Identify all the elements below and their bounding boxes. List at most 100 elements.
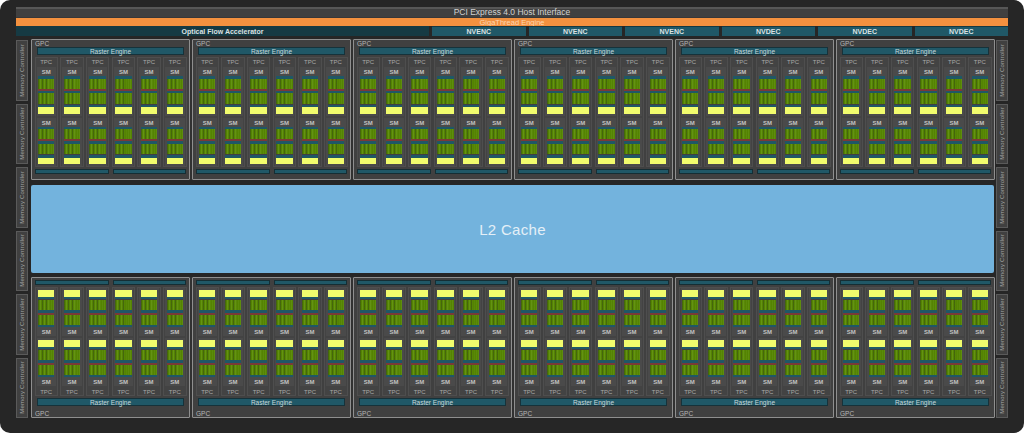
core-grid [624, 93, 640, 103]
sm-functional-units [114, 127, 133, 167]
sm-functional-units [139, 338, 158, 377]
core-grid [64, 350, 80, 360]
tpc-6: TPCSMSM [646, 57, 669, 167]
core-grid [811, 93, 827, 103]
sm-2: SM [758, 288, 777, 336]
tpc-label: TPC [326, 388, 345, 395]
gpc-label: GPC [515, 408, 672, 417]
sm-2: SM [867, 288, 886, 336]
sm-label: SM [648, 67, 667, 76]
l1-cache-bar [360, 107, 376, 114]
sm-label: SM [783, 327, 802, 336]
tpc-3: TPCSMSM [86, 287, 109, 396]
tpc-label: TPC [893, 58, 912, 65]
core-grid [521, 144, 537, 154]
sm-label: SM [165, 67, 184, 76]
sm-label: SM [487, 67, 506, 76]
core-grid [547, 300, 563, 310]
sm-2: SM [62, 118, 81, 167]
sm-functional-units [944, 127, 963, 167]
core-grid [463, 93, 479, 103]
sm-2: SM [520, 288, 539, 336]
sm-label: SM [165, 118, 184, 127]
sm-1: SM [275, 67, 294, 116]
sm-2: SM [809, 288, 828, 336]
sm-functional-units [300, 127, 319, 167]
memory-controller-label: Memory Controller [999, 107, 1005, 160]
tpc-label: TPC [867, 388, 886, 395]
tpc-label: TPC [893, 388, 912, 395]
interconnect-bars [196, 280, 347, 285]
sm-functional-units [410, 338, 429, 377]
sm-functional-units [223, 127, 242, 167]
l1-cache-bar [894, 107, 910, 114]
sm-2: SM [384, 118, 403, 167]
raster-engine-bar: Raster Engine [198, 47, 345, 55]
core-grid [972, 79, 988, 89]
sm-2: SM [571, 288, 590, 336]
sm-functional-units [893, 288, 912, 327]
core-grid [624, 350, 640, 360]
sm-2: SM [37, 118, 56, 167]
sm-label: SM [359, 118, 378, 127]
core-grid [547, 365, 563, 375]
core-grid [785, 350, 801, 360]
core-grid [328, 79, 344, 89]
core-grid [89, 129, 105, 139]
sm-functional-units [622, 338, 641, 377]
core-grid [972, 93, 988, 103]
gpc-label: GPC [837, 40, 994, 45]
sm-1: SM [571, 338, 590, 386]
sm-functional-units [436, 338, 455, 377]
l1-cache-bar [521, 107, 537, 114]
core-grid [250, 79, 266, 89]
sm-label: SM [842, 327, 861, 336]
sm-2: SM [461, 118, 480, 167]
sm-1: SM [842, 67, 861, 116]
tpc-label: TPC [758, 58, 777, 65]
tpc-2: TPCSMSM [382, 57, 405, 167]
gpc-top-1: GPCRaster EngineTPCSMSMTPCSMSMTPCSMSMTPC… [31, 39, 190, 180]
l1-cache-bar [225, 107, 241, 114]
core-grid [547, 93, 563, 103]
tpc-label: TPC [461, 58, 480, 65]
sm-label: SM [681, 327, 700, 336]
tpc-label: TPC [300, 58, 319, 65]
l1-cache-bar [89, 107, 105, 114]
core-grid [598, 300, 614, 310]
core-grid [411, 350, 427, 360]
tpc-3: TPCSMSM [569, 57, 592, 167]
core-grid [759, 144, 775, 154]
sm-2: SM [706, 288, 725, 336]
sm-2: SM [410, 288, 429, 336]
sm-functional-units [198, 338, 217, 377]
tpc-2: TPCSMSM [865, 57, 888, 167]
tpc-label: TPC [223, 388, 242, 395]
core-grid [276, 93, 292, 103]
core-grid [946, 144, 962, 154]
sm-label: SM [944, 118, 963, 127]
l1-cache-bar [682, 158, 698, 165]
gpc-label: GPC [354, 40, 511, 45]
core-grid [811, 144, 827, 154]
sm-functional-units [326, 288, 345, 327]
tpc-1: TPCSMSM [679, 287, 702, 396]
core-grid [437, 144, 453, 154]
sm-label: SM [622, 118, 641, 127]
raster-engine-bar: Raster Engine [520, 398, 667, 406]
core-grid [521, 315, 537, 325]
sm-label: SM [165, 327, 184, 336]
sm-2: SM [326, 288, 345, 336]
sm-2: SM [758, 118, 777, 167]
core-grid [328, 315, 344, 325]
l1-cache-bar [411, 158, 427, 165]
sm-functional-units [842, 127, 861, 167]
sm-1: SM [249, 67, 268, 116]
core-grid [811, 300, 827, 310]
sm-functional-units [597, 338, 616, 377]
sm-functional-units [842, 288, 861, 327]
core-grid [276, 300, 292, 310]
core-grid [199, 79, 215, 89]
sm-label: SM [461, 67, 480, 76]
sm-label: SM [809, 377, 828, 386]
